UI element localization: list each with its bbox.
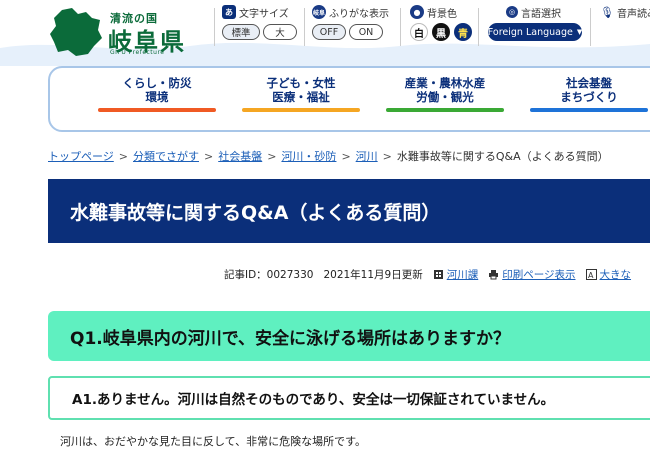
nav-item-living[interactable]: くらし・防災 環境: [98, 76, 216, 112]
nav-item-children[interactable]: 子ども・女性 医療・福祉: [242, 76, 360, 112]
article-meta: 記事ID：0027330 2021年11月9日更新 河川課 印刷ページ表示 A …: [224, 267, 631, 282]
large-text-icon: A: [585, 269, 597, 280]
nav-item-infrastructure[interactable]: 社会基盤 まちづくり: [530, 76, 648, 112]
header-divider: [214, 8, 215, 46]
nav-item-label: 労働・観光: [416, 90, 474, 104]
background-color-control: ● 背景色 白 黒 青: [410, 4, 472, 41]
breadcrumb-separator: >: [267, 150, 277, 163]
nav-item-label: 子ども・女性: [266, 76, 336, 90]
nav-item-underline: [530, 108, 648, 112]
header-divider: [304, 8, 305, 46]
updated-date: 2021年11月9日更新: [323, 269, 423, 281]
global-nav: くらし・防災 環境 子ども・女性 医療・福祉 産業・農林水産 労働・観光 社会基…: [48, 66, 650, 132]
furigana-control: 岐阜 ふりがな表示 OFF ON: [312, 4, 389, 40]
background-color-label: 背景色: [427, 8, 457, 20]
breadcrumb-link-rivers-erosion[interactable]: 河川・砂防: [281, 150, 336, 163]
furigana-on-button[interactable]: ON: [349, 24, 383, 40]
furigana-label: ふりがな表示: [329, 8, 389, 20]
large-text-link[interactable]: 大きな: [600, 267, 632, 282]
voice-reading-control[interactable]: 🎙 音声読み: [600, 4, 650, 20]
voice-reading-label: 音声読み: [616, 8, 650, 20]
nav-item-label: まちづくり: [560, 90, 618, 104]
page-title: 水難事故等に関するQ&A（よくある質問）: [48, 179, 650, 243]
globe-icon: ◎: [506, 6, 518, 18]
article-id: 記事ID：0027330: [224, 269, 314, 281]
gifu-map-icon: [50, 8, 102, 56]
breadcrumb: トップページ > 分類でさがす > 社会基盤 > 河川・砂防 > 河川 > 水難事故等に関するQ&A…: [48, 148, 609, 164]
breadcrumb-link-top[interactable]: トップページ: [48, 150, 114, 163]
nav-item-industry[interactable]: 産業・農林水産 労働・観光: [386, 76, 504, 112]
body-paragraph: 河川は、おだやかな見た目に反して、非常に危険な場所です。: [60, 435, 367, 448]
chevron-down-icon: ▼: [576, 28, 583, 36]
breadcrumb-separator: >: [204, 150, 214, 163]
foreign-language-label: Foreign Language: [487, 26, 573, 38]
department-link[interactable]: 河川課: [447, 267, 479, 282]
nav-item-underline: [386, 108, 504, 112]
palette-icon: ●: [410, 5, 424, 19]
nav-item-label: 医療・福祉: [272, 90, 330, 104]
site-logo[interactable]: 清流の国 岐阜県 GIFU Prefecture: [48, 6, 208, 58]
font-size-large-button[interactable]: 大: [263, 24, 297, 40]
nav-item-label: 産業・農林水産: [404, 76, 486, 90]
bg-white-button[interactable]: 白: [410, 23, 428, 41]
nav-item-label: くらし・防災: [122, 76, 192, 90]
nav-item-label: 環境: [145, 90, 169, 104]
svg-text:A: A: [588, 271, 594, 280]
bg-blue-button[interactable]: 青: [454, 23, 472, 41]
print-page-link[interactable]: 印刷ページ表示: [502, 267, 575, 282]
font-size-control: あ 文字サイズ 標準 大: [222, 4, 297, 40]
breadcrumb-link-infrastructure[interactable]: 社会基盤: [218, 150, 262, 163]
breadcrumb-current: 水難事故等に関するQ&A（よくある質問）: [396, 150, 609, 163]
furigana-off-button[interactable]: OFF: [312, 24, 346, 40]
answer-box: A1.ありません。河川は自然そのものであり、安全は一切保証されていません。: [48, 376, 650, 420]
breadcrumb-separator: >: [118, 150, 128, 163]
breadcrumb-link-category[interactable]: 分類でさがす: [133, 150, 199, 163]
question-heading: Q1.岐阜県内の河川で、安全に泳げる場所はありますか？: [48, 311, 650, 361]
foreign-language-button[interactable]: Foreign Language ▼: [488, 23, 582, 41]
header-divider: [478, 8, 479, 46]
font-size-icon: あ: [222, 5, 236, 19]
nav-item-label: 社会基盤: [566, 76, 612, 90]
font-size-label: 文字サイズ: [239, 8, 289, 20]
department-icon: [433, 270, 443, 279]
breadcrumb-separator: >: [382, 150, 392, 163]
header-divider: [590, 8, 591, 46]
breadcrumb-link-rivers[interactable]: 河川: [356, 150, 378, 163]
nav-item-underline: [98, 108, 216, 112]
site-header: 清流の国 岐阜県 GIFU Prefecture あ 文字サイズ 標準 大 岐阜…: [0, 0, 650, 66]
breadcrumb-separator: >: [341, 150, 351, 163]
print-icon: [489, 270, 499, 280]
language-label: 言語選択: [521, 8, 561, 20]
nav-item-underline: [242, 108, 360, 112]
language-control: ◎ 言語選択 Foreign Language ▼: [488, 4, 582, 41]
logo-english: GIFU Prefecture: [110, 49, 165, 56]
furigana-icon: 岐阜: [312, 5, 326, 19]
font-size-standard-button[interactable]: 標準: [222, 24, 260, 40]
header-divider: [400, 8, 401, 46]
bg-black-button[interactable]: 黒: [432, 23, 450, 41]
microphone-icon: 🎙: [600, 5, 614, 19]
